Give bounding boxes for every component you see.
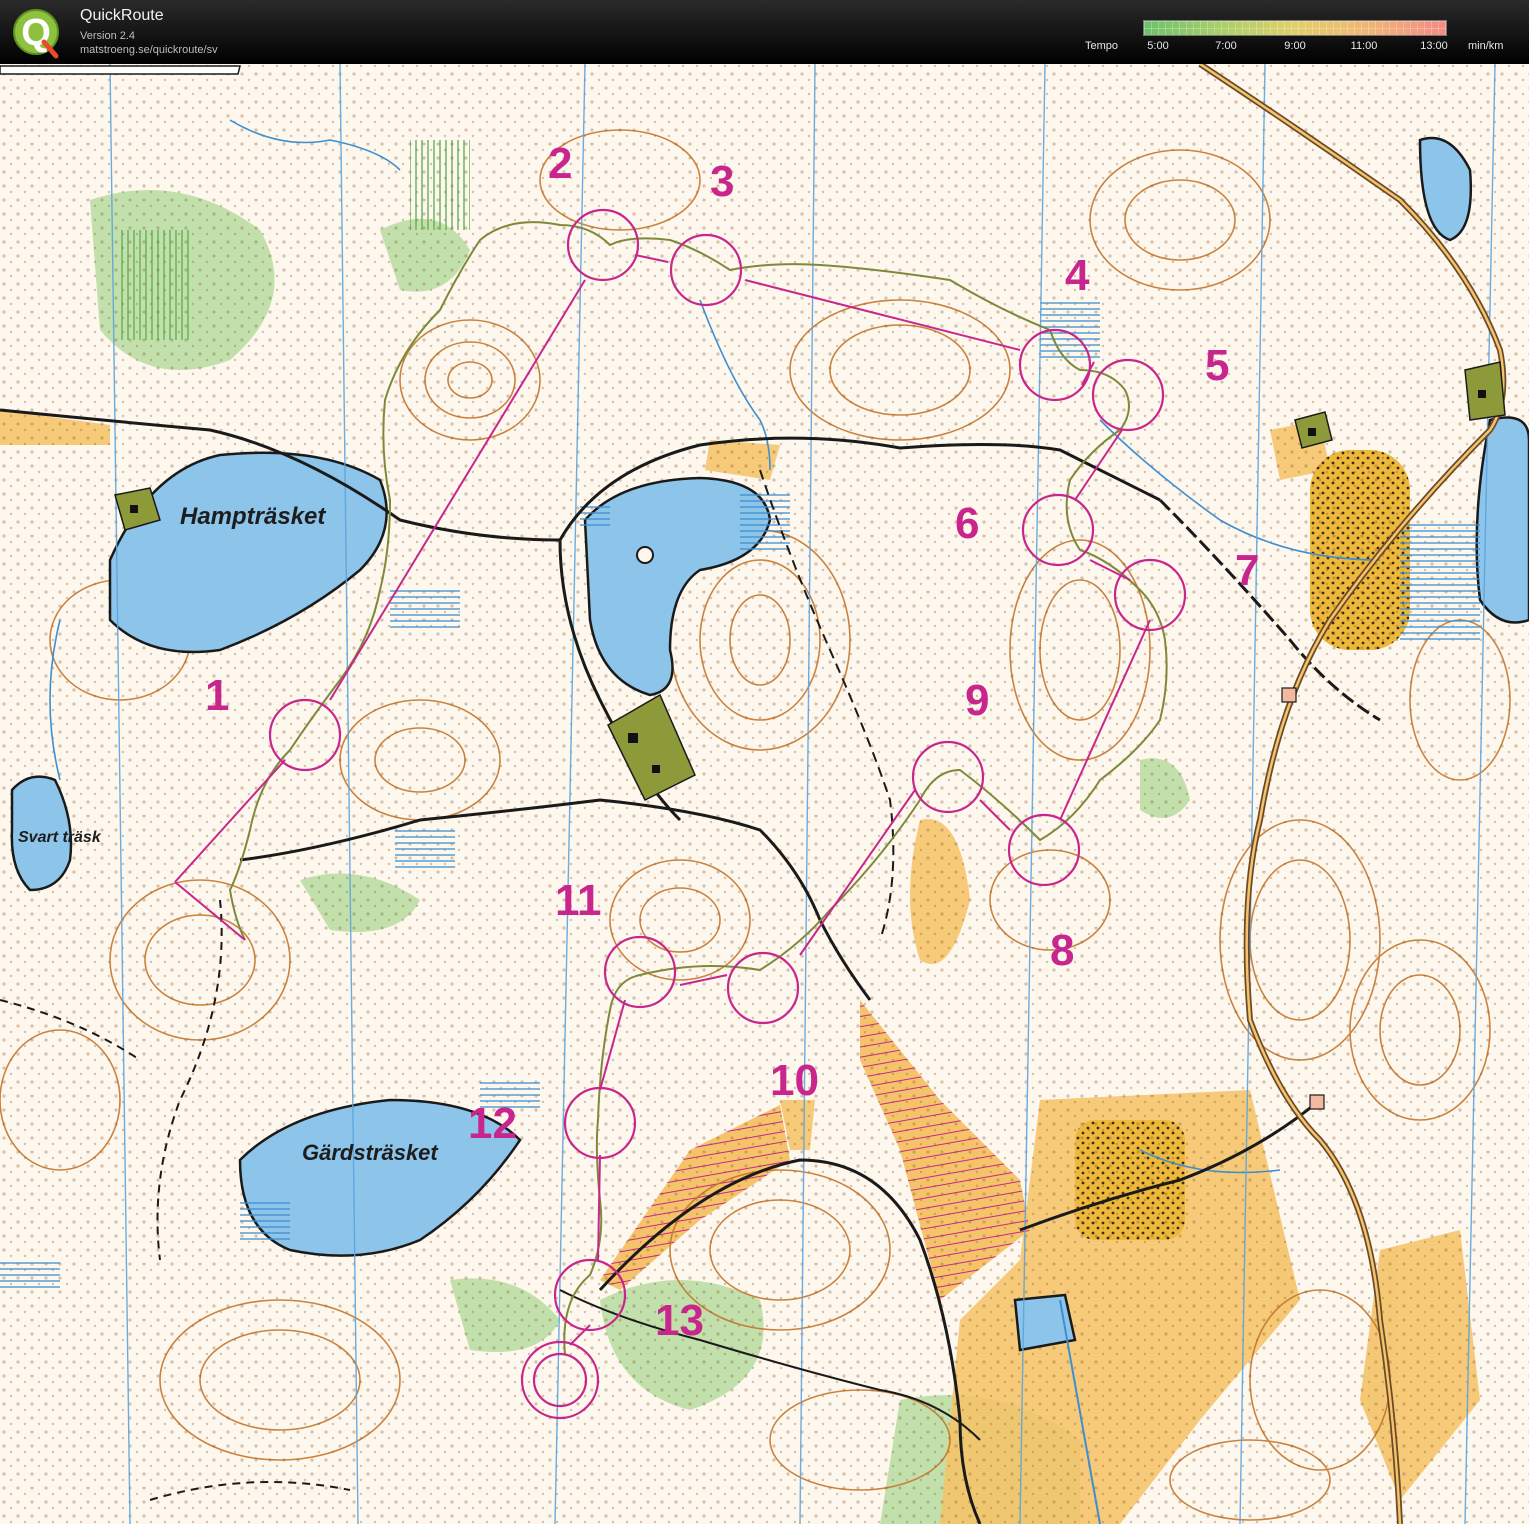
app-version: Version 2.4	[80, 30, 136, 42]
legend-color-scale	[1143, 20, 1447, 36]
control-number-4: 4	[1065, 251, 1090, 300]
control-number-6: 6	[955, 499, 979, 548]
tempo-legend: Tempo 5:00 7:00 9:00 11:00 13:00 min/km	[1080, 16, 1520, 60]
quickroute-window: Q QuickRoute Version 2.4 matstroeng.se/q…	[0, 0, 1529, 1524]
legend-tick: 13:00	[1420, 40, 1448, 52]
app-url-link[interactable]: matstroeng.se/quickroute/sv	[80, 44, 218, 56]
terrain-detail-texture	[0, 64, 1529, 1524]
legend-tick: 11:00	[1350, 40, 1378, 52]
control-number-12: 12	[468, 1099, 517, 1148]
control-number-1: 1	[205, 671, 229, 720]
control-number-9: 9	[965, 676, 989, 725]
control-number-13: 13	[655, 1296, 704, 1345]
app-title: QuickRoute	[80, 7, 164, 24]
legend-tick: 7:00	[1215, 40, 1237, 52]
lake-label-gärdsträsket: Gärdsträsket	[302, 1140, 439, 1165]
control-number-3: 3	[710, 157, 734, 206]
legend-tick: 5:00	[1147, 40, 1169, 52]
app-header: Q QuickRoute Version 2.4 matstroeng.se/q…	[0, 0, 1529, 64]
orienteering-map[interactable]: 1 2 3 4 5 6 7 8 9 10 11 12 13 Hampträske…	[0, 64, 1529, 1524]
control-number-2: 2	[548, 139, 572, 188]
island	[636, 546, 654, 564]
lake-label-hampträsket: Hampträsket	[180, 503, 326, 530]
lake-label-svart-träsk: Svart träsk	[18, 829, 102, 846]
control-number-5: 5	[1205, 341, 1229, 390]
quickroute-logo-icon: Q	[13, 9, 59, 59]
legend-title: Tempo	[1085, 40, 1119, 52]
control-number-8: 8	[1050, 926, 1074, 975]
legend-tick: 9:00	[1284, 40, 1306, 52]
legend-unit: min/km	[1468, 40, 1504, 52]
control-number-11: 11	[555, 876, 602, 925]
map-canvas[interactable]: 1 2 3 4 5 6 7 8 9 10 11 12 13 Hampträske…	[0, 64, 1529, 1524]
control-number-10: 10	[770, 1056, 819, 1105]
map-frame-edge	[0, 65, 241, 75]
control-number-7: 7	[1235, 546, 1259, 595]
